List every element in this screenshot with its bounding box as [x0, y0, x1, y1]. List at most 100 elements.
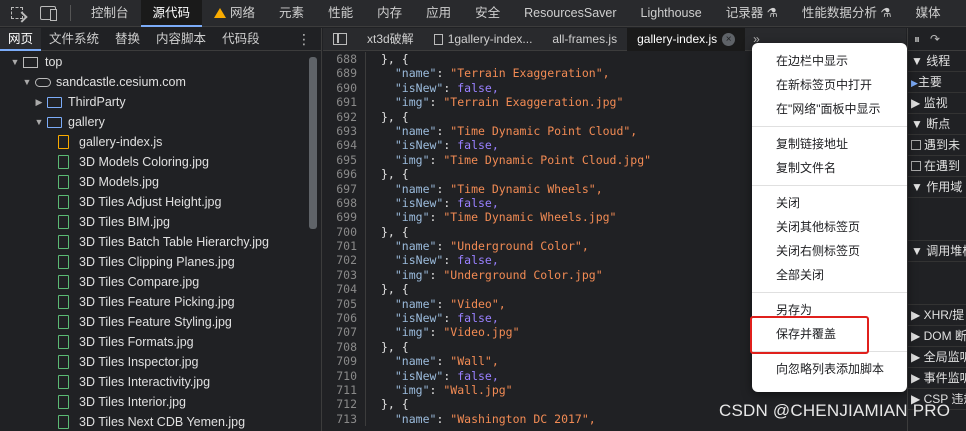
debugger-section[interactable]: ▼ 断点	[908, 114, 966, 135]
line-number[interactable]: 699	[323, 210, 361, 224]
menu-item[interactable]: 复制文件名	[752, 156, 907, 180]
menu-item[interactable]: 在"网络"面板中显示	[752, 97, 907, 121]
expand-down-icon[interactable]: ▼	[10, 57, 20, 67]
line-number[interactable]: 704	[323, 282, 361, 296]
panel-tab[interactable]: 媒体	[904, 0, 953, 27]
navigator-tab[interactable]: 文件系统	[41, 28, 107, 51]
debugger-section[interactable]: ▼ 作用域	[908, 177, 966, 198]
debugger-section[interactable]: ▶ DOM 断	[908, 326, 966, 347]
tree-item[interactable]: ▼ top	[0, 52, 306, 72]
menu-item[interactable]: 关闭其他标签页	[752, 215, 907, 239]
debugger-section[interactable]: ▶ XHR/提	[908, 305, 966, 326]
panel-tab[interactable]: Lighthouse	[629, 0, 714, 27]
tree-item[interactable]: 3D Tiles Next CDB Yemen.jpg	[0, 412, 306, 431]
tree-item[interactable]: ▶ ThirdParty	[0, 92, 306, 112]
tree-item[interactable]: ▼ gallery	[0, 112, 306, 132]
navigator-more-icon[interactable]: ⋮	[297, 31, 311, 48]
line-number[interactable]: 706	[323, 311, 361, 325]
navigator-tab[interactable]: 代码段	[214, 28, 268, 51]
line-number[interactable]: 701	[323, 239, 361, 253]
tree-item[interactable]: 3D Tiles Interactivity.jpg	[0, 372, 306, 392]
line-number[interactable]: 709	[323, 354, 361, 368]
debugger-section[interactable]: ▶ 全局监听	[908, 347, 966, 368]
scrollbar-thumb[interactable]	[309, 57, 317, 229]
device-toolbar-icon[interactable]	[38, 5, 60, 21]
menu-item[interactable]: 全部关闭	[752, 263, 907, 287]
line-number[interactable]: 711	[323, 383, 361, 397]
menu-item[interactable]: 在新标签页中打开	[752, 73, 907, 97]
editor-tab[interactable]: all-frames.js	[542, 28, 627, 51]
editor-tab[interactable]: gallery-index.js ×	[627, 27, 746, 51]
line-number[interactable]: 703	[323, 268, 361, 282]
panel-tab[interactable]: 应用	[414, 0, 463, 27]
line-number[interactable]: 695	[323, 153, 361, 167]
line-number[interactable]: 710	[323, 369, 361, 383]
menu-item[interactable]: 关闭右侧标签页	[752, 239, 907, 263]
line-number[interactable]: 697	[323, 182, 361, 196]
line-number[interactable]: 692	[323, 110, 361, 124]
tree-item[interactable]: 3D Tiles Compare.jpg	[0, 272, 306, 292]
menu-item[interactable]: 关闭	[752, 191, 907, 215]
toggle-navigator-icon[interactable]	[333, 33, 347, 45]
navigator-scrollbar[interactable]	[306, 52, 320, 431]
line-number[interactable]: 690	[323, 81, 361, 95]
panel-tab[interactable]: 网络	[202, 0, 267, 27]
debugger-section[interactable]: ▶ 事件监听	[908, 368, 966, 389]
menu-item[interactable]: 在边栏中显示	[752, 49, 907, 73]
navigator-tab[interactable]: 网页	[0, 27, 42, 51]
expand-down-icon[interactable]: ▼	[34, 117, 44, 127]
tree-item[interactable]: 3D Tiles Batch Table Hierarchy.jpg	[0, 232, 306, 252]
tree-item[interactable]: 3D Tiles Inspector.jpg	[0, 352, 306, 372]
line-number[interactable]: 702	[323, 253, 361, 267]
line-number[interactable]: 694	[323, 138, 361, 152]
panel-tab[interactable]: 记录器 ⚗	[714, 0, 790, 27]
debugger-section[interactable]: 在遇到	[908, 156, 966, 177]
navigator-tab[interactable]: 替换	[107, 28, 148, 51]
panel-tab[interactable]: 性能	[316, 0, 365, 27]
panel-tab[interactable]: 源代码	[140, 0, 203, 27]
tree-item[interactable]: 3D Tiles Formats.jpg	[0, 332, 306, 352]
expand-down-icon[interactable]: ▼	[22, 77, 32, 87]
debugger-section[interactable]: 遇到未	[908, 135, 966, 156]
line-number[interactable]: 688	[323, 52, 361, 66]
line-number[interactable]: 689	[323, 66, 361, 80]
inspect-element-icon[interactable]	[8, 5, 30, 21]
checkbox[interactable]	[911, 140, 921, 150]
debugger-section[interactable]: ▼ 线程	[908, 51, 966, 72]
close-icon[interactable]: ×	[722, 32, 736, 46]
panel-tab[interactable]: 安全	[463, 0, 512, 27]
expand-right-icon[interactable]: ▶	[34, 97, 44, 108]
debugger-section[interactable]: ▶ 监视	[908, 93, 966, 114]
panel-tab[interactable]: 内存	[365, 0, 414, 27]
line-number[interactable]: 700	[323, 225, 361, 239]
tree-item[interactable]: 3D Tiles Feature Styling.jpg	[0, 312, 306, 332]
tree-item[interactable]: 3D Tiles BIM.jpg	[0, 212, 306, 232]
step-over-icon[interactable]: ↷	[930, 32, 940, 46]
line-number[interactable]: 698	[323, 196, 361, 210]
tree-item[interactable]: ▼ sandcastle.cesium.com	[0, 72, 306, 92]
menu-item[interactable]: 向忽略列表添加脚本	[752, 357, 907, 381]
panel-tab[interactable]: 性能数据分析 ⚗	[790, 0, 904, 27]
line-number[interactable]: 712	[323, 397, 361, 411]
line-number[interactable]: 707	[323, 325, 361, 339]
editor-tab[interactable]: 1gallery-index...	[424, 28, 543, 51]
tree-item[interactable]: 3D Tiles Feature Picking.jpg	[0, 292, 306, 312]
tree-item[interactable]: 3D Tiles Clipping Planes.jpg	[0, 252, 306, 272]
debugger-section[interactable]: ▼ 调用堆栈	[908, 241, 966, 262]
pause-icon[interactable]: ⏸	[914, 32, 920, 47]
line-number[interactable]: 693	[323, 124, 361, 138]
tree-item[interactable]: 3D Models Coloring.jpg	[0, 152, 306, 172]
tree-item[interactable]: 3D Tiles Interior.jpg	[0, 392, 306, 412]
line-number[interactable]: 713	[323, 412, 361, 426]
editor-tab[interactable]: xt3d破解	[357, 28, 424, 51]
navigator-tab[interactable]: 内容脚本	[148, 28, 214, 51]
panel-tab[interactable]: 控制台	[79, 0, 141, 27]
menu-item[interactable]: 复制链接地址	[752, 132, 907, 156]
tree-item[interactable]: gallery-index.js	[0, 132, 306, 152]
tree-item[interactable]: 3D Models.jpg	[0, 172, 306, 192]
tree-item[interactable]: 3D Tiles Adjust Height.jpg	[0, 192, 306, 212]
line-number[interactable]: 708	[323, 340, 361, 354]
line-number[interactable]: 696	[323, 167, 361, 181]
line-number[interactable]: 705	[323, 297, 361, 311]
debugger-section[interactable]: ▶主要	[908, 72, 966, 93]
